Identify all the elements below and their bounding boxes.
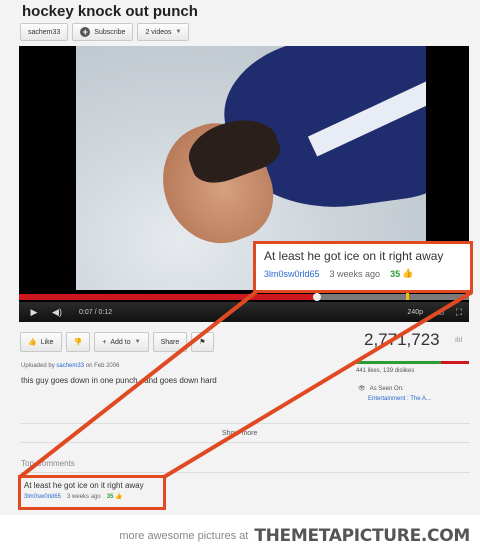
videos-label: 2 videos bbox=[145, 28, 172, 36]
divider bbox=[20, 423, 470, 424]
channel-button[interactable]: sachem33 bbox=[20, 23, 69, 41]
widescreen-icon[interactable]: ▭ bbox=[431, 302, 449, 322]
callout-time: 3 weeks ago bbox=[329, 268, 381, 279]
flag-icon: ⚑ bbox=[199, 339, 206, 346]
stats-icon[interactable]: ılıl bbox=[455, 337, 462, 344]
add-to-label: Add to bbox=[110, 338, 131, 346]
annotation-marker bbox=[406, 293, 409, 300]
thumbs-down-icon: 👎 bbox=[73, 339, 83, 346]
chevron-down-icon: ▼ bbox=[175, 29, 182, 35]
like-button[interactable]: 👍 Like bbox=[20, 332, 62, 352]
callout-comment-text: At least he got ice on it right away bbox=[264, 249, 444, 263]
thumbs-up-icon: 👍 bbox=[28, 339, 37, 346]
seen-on-label: As Seen On: bbox=[369, 385, 404, 392]
show-more-button[interactable]: Show more bbox=[222, 430, 257, 437]
callout-vote-count: 35 bbox=[390, 268, 401, 279]
add-to-button[interactable]: + Add to ▼ bbox=[94, 332, 149, 352]
progress-bar[interactable] bbox=[19, 294, 469, 300]
play-icon[interactable]: ▶ bbox=[19, 302, 49, 322]
eye-icon: 👁 bbox=[358, 386, 366, 392]
fullscreen-icon[interactable]: ⛶ bbox=[449, 302, 469, 322]
chevron-down-icon: ▼ bbox=[134, 339, 141, 345]
progress-played bbox=[19, 294, 316, 300]
subscribe-button[interactable]: + Subscribe bbox=[72, 23, 134, 41]
on-label: on Feb bbox=[85, 363, 105, 369]
seen-on: 👁 As Seen On: bbox=[358, 385, 404, 393]
volume-icon[interactable]: ◀) bbox=[49, 302, 65, 322]
player-controls: ▶ ◀) 0:07 / 0:12 240p ▭ ⛶ bbox=[19, 302, 469, 322]
quality-button[interactable]: 240p bbox=[407, 309, 423, 316]
dislike-button[interactable]: 👎 bbox=[65, 332, 91, 352]
subscribe-label: Subscribe bbox=[94, 28, 126, 36]
like-label: Like bbox=[40, 338, 54, 346]
uploaded-by-label: Uploaded by bbox=[21, 363, 55, 369]
videos-dropdown[interactable]: 2 videos ▼ bbox=[137, 23, 190, 41]
callout-votes: 35 👍 bbox=[390, 268, 413, 279]
action-buttons: 👍 Like 👎 + Add to ▼ Share ⚑ bbox=[20, 332, 214, 352]
view-count: 2,771,723 bbox=[364, 330, 440, 349]
like-ratio-bar bbox=[354, 361, 469, 364]
plus-icon: + bbox=[102, 338, 107, 346]
channel-row: sachem33 + Subscribe 2 videos ▼ bbox=[20, 23, 190, 41]
divider bbox=[20, 472, 470, 473]
footer-text: more awesome pictures at bbox=[119, 530, 249, 542]
uploader-link[interactable]: sachem33 bbox=[56, 363, 84, 369]
footer: more awesome pictures at THEMETAPICTURE.… bbox=[0, 515, 480, 557]
divider bbox=[20, 442, 470, 443]
callout-user[interactable]: 3lm0sw0rld65 bbox=[264, 269, 320, 279]
video-title: hockey knock out punch bbox=[22, 3, 198, 20]
seen-on-link[interactable]: Entertainment : The A... bbox=[368, 396, 431, 402]
upload-date: 2006 bbox=[106, 363, 120, 369]
scrubber-handle[interactable] bbox=[313, 293, 321, 301]
plus-icon: + bbox=[80, 27, 91, 37]
comment-highlight-box bbox=[18, 475, 166, 510]
share-button[interactable]: Share bbox=[152, 332, 188, 352]
flag-button[interactable]: ⚑ bbox=[191, 332, 214, 352]
thumbs-up-icon[interactable]: 👍 bbox=[402, 268, 413, 279]
top-comments-heading: Top Comments bbox=[21, 459, 75, 468]
comment-callout: At least he got ice on it right away 3lm… bbox=[253, 241, 473, 293]
likes-count: 441 likes, 139 dislikes bbox=[356, 368, 415, 374]
site-logo[interactable]: THEMETAPICTURE.COM bbox=[254, 526, 470, 546]
like-ratio-fill bbox=[354, 361, 442, 364]
uploader-line: Uploaded by sachem33 on Feb 2006 bbox=[21, 363, 119, 369]
callout-meta: 3lm0sw0rld65 3 weeks ago 35 👍 bbox=[264, 268, 462, 279]
time-display: 0:07 / 0:12 bbox=[79, 308, 113, 316]
video-description: this guy goes down in one punch.. and go… bbox=[21, 376, 217, 385]
